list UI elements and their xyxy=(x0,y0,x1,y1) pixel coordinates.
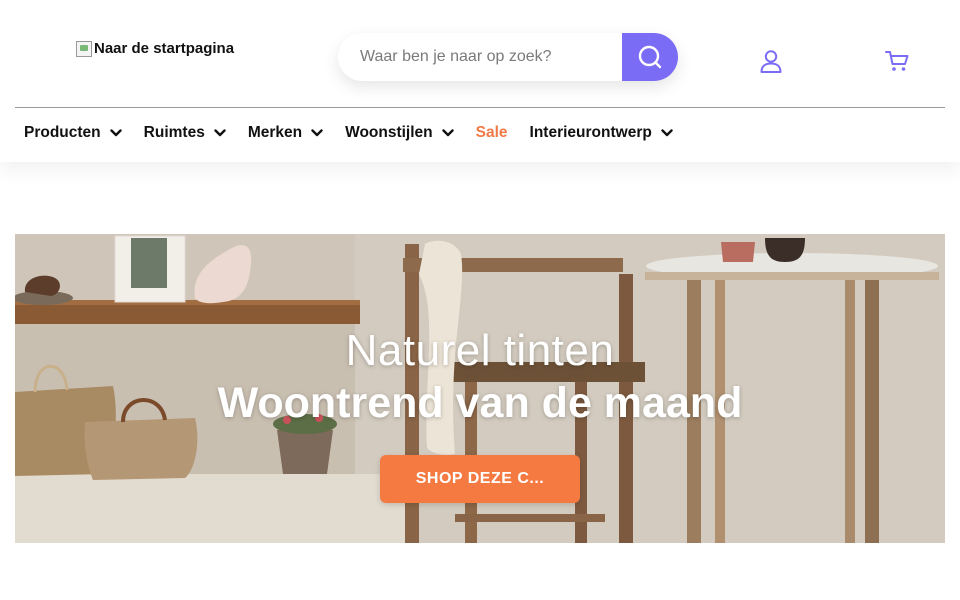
nav-item-label: Producten xyxy=(24,124,101,141)
chevron-down-icon xyxy=(661,129,673,137)
nav-item-merken[interactable]: Merken xyxy=(248,124,323,142)
nav-item-ruimtes[interactable]: Ruimtes xyxy=(144,124,226,142)
main-nav: Producten Ruimtes Merken Woonstijlen Sal… xyxy=(24,124,695,142)
chevron-down-icon xyxy=(311,129,323,137)
nav-item-label: Woonstijlen xyxy=(345,124,433,141)
nav-item-label: Ruimtes xyxy=(143,124,205,141)
home-logo-link[interactable]: Naar de startpagina xyxy=(76,40,234,57)
cart-button[interactable] xyxy=(884,48,910,74)
search-icon xyxy=(638,45,662,69)
search-bar xyxy=(338,33,678,81)
hero-banner[interactable]: Naturel tinten Woontrend van de maand SH… xyxy=(15,234,945,543)
nav-item-woonstijlen[interactable]: Woonstijlen xyxy=(345,124,454,142)
broken-image-icon xyxy=(76,40,92,57)
nav-item-label: Interieurontwerp xyxy=(529,124,652,141)
search-button[interactable] xyxy=(622,33,678,81)
nav-item-label: Sale xyxy=(475,124,508,141)
chevron-down-icon xyxy=(214,129,226,137)
header-divider xyxy=(15,107,945,108)
chevron-down-icon xyxy=(441,129,454,137)
nav-item-label: Merken xyxy=(247,124,303,141)
chevron-down-icon xyxy=(109,129,122,137)
site-header: Naar de startpagina Producten Ru xyxy=(0,0,960,162)
cart-icon xyxy=(885,51,909,71)
nav-item-interieurontwerp[interactable]: Interieurontwerp xyxy=(530,124,673,142)
user-icon xyxy=(760,50,782,73)
nav-item-producten[interactable]: Producten xyxy=(24,124,122,142)
hero-subtitle: Naturel tinten xyxy=(345,326,615,375)
hero-title: Woontrend van de maand xyxy=(217,379,743,427)
search-input[interactable] xyxy=(360,48,610,66)
logo-alt-text: Naar de startpagina xyxy=(94,40,235,57)
hero-cta-button[interactable]: SHOP DEZE C... xyxy=(380,455,580,503)
account-button[interactable] xyxy=(758,48,784,74)
nav-item-sale[interactable]: Sale xyxy=(476,124,508,142)
